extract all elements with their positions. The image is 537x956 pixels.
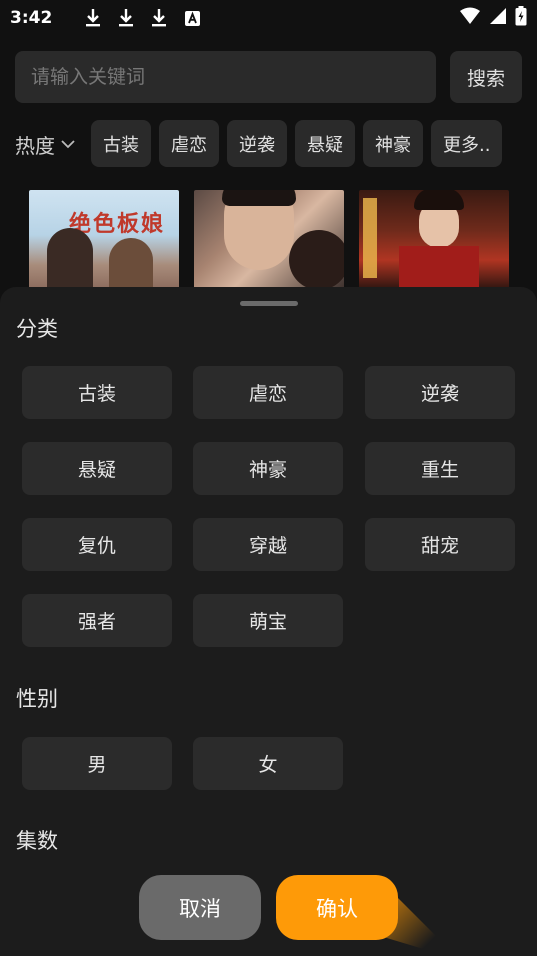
signal-icon [489,7,507,29]
status-bar: 3:42 [0,0,537,36]
status-time: 3:42 [10,8,53,28]
chip-shenhao[interactable]: 神豪 [363,120,423,167]
gender-option-male[interactable]: 男 [22,737,172,790]
gender-option-female[interactable]: 女 [193,737,343,790]
wifi-icon [459,7,481,29]
category-option-shenhao[interactable]: 神豪 [193,442,343,495]
sort-label: 热度 [15,133,55,158]
poster-thumbnail[interactable]: 绝色板娘 [29,190,179,290]
chip-xuanyi[interactable]: 悬疑 [295,120,355,167]
category-option-xuanyi[interactable]: 悬疑 [22,442,172,495]
filter-sheet: 分类 古装 虐恋 逆袭 悬疑 神豪 重生 复仇 穿越 甜宠 强者 萌宝 性别 男… [0,287,537,956]
download-icon [83,7,103,29]
chip-nuelian[interactable]: 虐恋 [159,120,219,167]
chip-guzhuang[interactable]: 古装 [91,120,151,167]
cancel-button[interactable]: 取消 [139,875,261,940]
confirm-button[interactable]: 确认 [276,875,398,940]
chip-nixi[interactable]: 逆袭 [227,120,287,167]
category-option-nuelian[interactable]: 虐恋 [193,366,343,419]
chip-more[interactable]: 更多.. [431,120,503,167]
download-icon [116,7,136,29]
category-chips: 古装 虐恋 逆袭 悬疑 神豪 更多.. [91,120,503,167]
accessibility-a-icon [182,7,202,29]
search-input[interactable] [31,66,436,88]
poster-thumbnail[interactable] [359,190,509,290]
poster-thumbnail[interactable] [194,190,344,290]
category-option-tianchong[interactable]: 甜宠 [365,518,515,571]
search-button[interactable]: 搜索 [450,51,522,103]
category-option-guzhuang[interactable]: 古装 [22,366,172,419]
category-option-chuanyue[interactable]: 穿越 [193,518,343,571]
sort-dropdown[interactable]: 热度 [15,128,75,160]
category-section-title: 分类 [16,317,58,341]
category-option-chongsheng[interactable]: 重生 [365,442,515,495]
search-field[interactable] [15,51,436,103]
episodes-section-title: 集数 [16,829,58,853]
category-option-nixi[interactable]: 逆袭 [365,366,515,419]
download-icon [149,7,169,29]
drag-handle[interactable] [240,301,298,306]
battery-icon [515,6,527,30]
chevron-down-icon [61,139,75,149]
category-option-mengbao[interactable]: 萌宝 [193,594,343,647]
category-option-qiangzhe[interactable]: 强者 [22,594,172,647]
category-option-fuchou[interactable]: 复仇 [22,518,172,571]
gender-section-title: 性别 [16,687,58,711]
